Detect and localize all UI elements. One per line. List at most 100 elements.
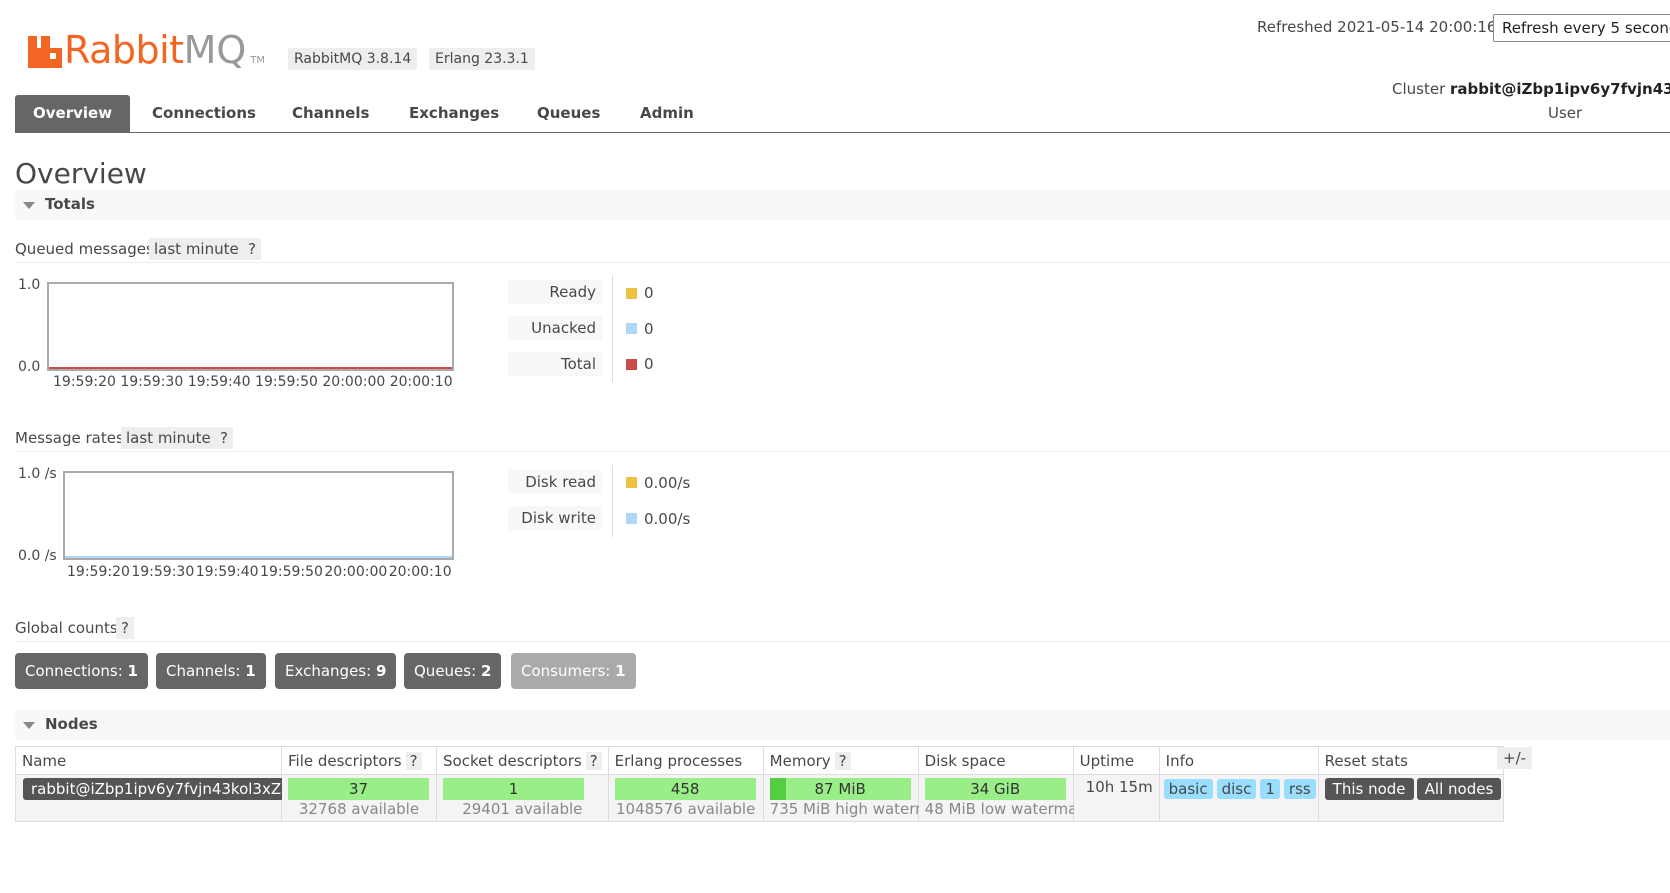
node-name-link[interactable]: rabbit@iZbp1ipv6y7fvjn43kol3xZ [23, 778, 290, 800]
info-tag-disc[interactable]: disc [1216, 779, 1257, 799]
message-rates-header: Message rates last minute ? [15, 427, 1670, 452]
col-uptime[interactable]: Uptime [1072, 746, 1160, 775]
erlang-processes-cell: 458 1048576 available [607, 774, 764, 822]
col-socket-descriptors[interactable]: Socket descriptors? [436, 746, 609, 775]
erlang-version-badge: Erlang 23.3.1 [429, 48, 535, 70]
refresh-interval-select[interactable]: Refresh every 5 seconds [1493, 14, 1670, 42]
disk-space-cell: 34 GiB 48 MiB low watermark [917, 774, 1092, 822]
tab-overview[interactable]: Overview [15, 95, 131, 132]
legend-unacked-swatch [626, 323, 637, 334]
col-file-descriptors[interactable]: File descriptors? [281, 746, 437, 775]
info-tags: basic disc 1 rss [1163, 779, 1320, 799]
queued-messages-title: Queued messages [15, 240, 154, 258]
totals-section-label: Totals [45, 195, 95, 213]
rates-y-axis-top: 1.0 /s [18, 466, 57, 482]
collapse-triangle-icon [23, 722, 35, 729]
memory-used-fill [769, 778, 786, 800]
memory-help-icon[interactable]: ? [834, 751, 851, 770]
legend-total-value: 0 [644, 355, 654, 373]
x-tick: 19:59:40 [195, 564, 259, 580]
col-name[interactable]: Name [15, 746, 282, 775]
sd-help-icon[interactable]: ? [585, 751, 602, 770]
totals-section-toggle[interactable]: Totals [15, 190, 1670, 220]
x-tick: 19:59:50 [260, 564, 323, 580]
queues-count-button[interactable]: Queues: 2 [404, 653, 502, 689]
queued-messages-chart [47, 282, 454, 371]
ep-available: 1048576 available [616, 800, 756, 818]
logo-text-rabbit: Rabbit [64, 28, 184, 72]
global-counts-help-icon[interactable]: ? [116, 617, 134, 639]
columns-toggle-button[interactable]: +/- [1497, 747, 1533, 769]
file-descriptors-cell: 37 32768 available [281, 774, 437, 822]
exchanges-count-button[interactable]: Exchanges: 9 [275, 653, 397, 689]
info-tag-rss[interactable]: rss [1283, 779, 1316, 799]
col-memory[interactable]: Memory? [762, 746, 919, 775]
sd-usage-bar: 1 [443, 778, 584, 800]
legend-disk-read-swatch [626, 477, 637, 488]
col-reset-stats: Reset stats [1317, 746, 1504, 775]
message-rates-title: Message rates [15, 429, 124, 447]
queued-help-icon[interactable]: ? [243, 238, 261, 260]
queued-x-axis: 19:59:20 19:59:30 19:59:40 19:59:50 20:0… [53, 374, 493, 390]
legend-disk-read-value: 0.00/s [644, 474, 691, 492]
x-tick: 19:59:20 [53, 374, 116, 390]
tab-exchanges[interactable]: Exchanges [409, 95, 499, 132]
nodes-section-toggle[interactable]: Nodes [15, 710, 1670, 740]
message-rates-chart [63, 471, 454, 560]
legend-unacked-value: 0 [644, 320, 654, 338]
queued-range-selector[interactable]: last minute [149, 238, 244, 260]
rates-x-axis: 19:59:20 19:59:30 19:59:40 19:59:50 20:0… [67, 564, 497, 580]
reset-this-node-button[interactable]: This node [1324, 778, 1414, 800]
rabbitmq-logo: Rabbit MQ TM [28, 28, 266, 72]
fd-usage-bar: 37 [288, 778, 429, 800]
table-header-row: Name File descriptors? Socket descriptor… [15, 746, 1504, 775]
global-counts-header: Global counts ? [15, 617, 1670, 642]
fd-help-icon[interactable]: ? [405, 751, 422, 770]
info-tag-basic[interactable]: basic [1163, 779, 1213, 799]
legend-disk-write-swatch [626, 513, 637, 524]
refreshed-timestamp: Refreshed 2021-05-14 20:00:16 [1257, 18, 1497, 36]
col-disk-space[interactable]: Disk space [917, 746, 1074, 775]
rates-range-selector[interactable]: last minute [121, 427, 216, 449]
connections-count-button[interactable]: Connections: 1 [15, 653, 148, 689]
nodes-table: Name File descriptors? Socket descriptor… [15, 746, 1504, 822]
logo-trademark: TM [250, 55, 266, 66]
reset-stats-cell: This node All nodes [1317, 774, 1504, 822]
legend-ready-value: 0 [644, 284, 654, 302]
tab-channels[interactable]: Channels [292, 95, 369, 132]
reset-all-nodes-button[interactable]: All nodes [1416, 778, 1502, 800]
x-tick: 20:00:00 [322, 374, 386, 390]
rates-help-icon[interactable]: ? [215, 427, 233, 449]
x-tick: 19:59:50 [255, 374, 318, 390]
info-tag-count[interactable]: 1 [1260, 779, 1280, 799]
x-tick: 19:59:40 [187, 374, 251, 390]
queued-y-axis-bottom: 0.0 [18, 359, 41, 375]
tab-connections[interactable]: Connections [152, 95, 256, 132]
rabbitmq-logo-icon [28, 36, 62, 68]
tab-queues[interactable]: Queues [537, 95, 600, 132]
disk-watermark: 48 MiB low watermark [924, 800, 1093, 818]
consumers-count-button[interactable]: Consumers: 1 [511, 653, 636, 689]
memory-watermark: 735 MiB high watermark [769, 800, 954, 818]
channels-count-button[interactable]: Channels: 1 [156, 653, 266, 689]
legend-divider [612, 275, 613, 382]
collapse-triangle-icon [23, 202, 35, 209]
rates-series-line [65, 556, 452, 558]
col-info[interactable]: Info [1158, 746, 1319, 775]
rabbitmq-version-badge: RabbitMQ 3.8.14 [288, 48, 418, 70]
tab-admin[interactable]: Admin [640, 95, 694, 132]
col-erlang-processes[interactable]: Erlang processes [607, 746, 764, 775]
queued-y-axis-top: 1.0 [18, 277, 41, 293]
node-name-cell: rabbit@iZbp1ipv6y7fvjn43kol3xZ [15, 774, 290, 822]
socket-descriptors-cell: 1 29401 available [436, 774, 609, 822]
x-tick: 19:59:20 [67, 564, 130, 580]
legend-divider [612, 465, 613, 537]
x-tick: 20:00:00 [324, 564, 388, 580]
uptime-cell: 10h 15m [1072, 774, 1160, 822]
legend-ready-swatch [626, 288, 637, 299]
legend-disk-write-value: 0.00/s [644, 510, 691, 528]
table-row: rabbit@iZbp1ipv6y7fvjn43kol3xZ 37 32768 … [15, 774, 1504, 822]
x-tick: 19:59:30 [131, 564, 195, 580]
uptime-value: 10h 15m [1085, 778, 1153, 796]
legend-total-label: Total [508, 352, 602, 376]
